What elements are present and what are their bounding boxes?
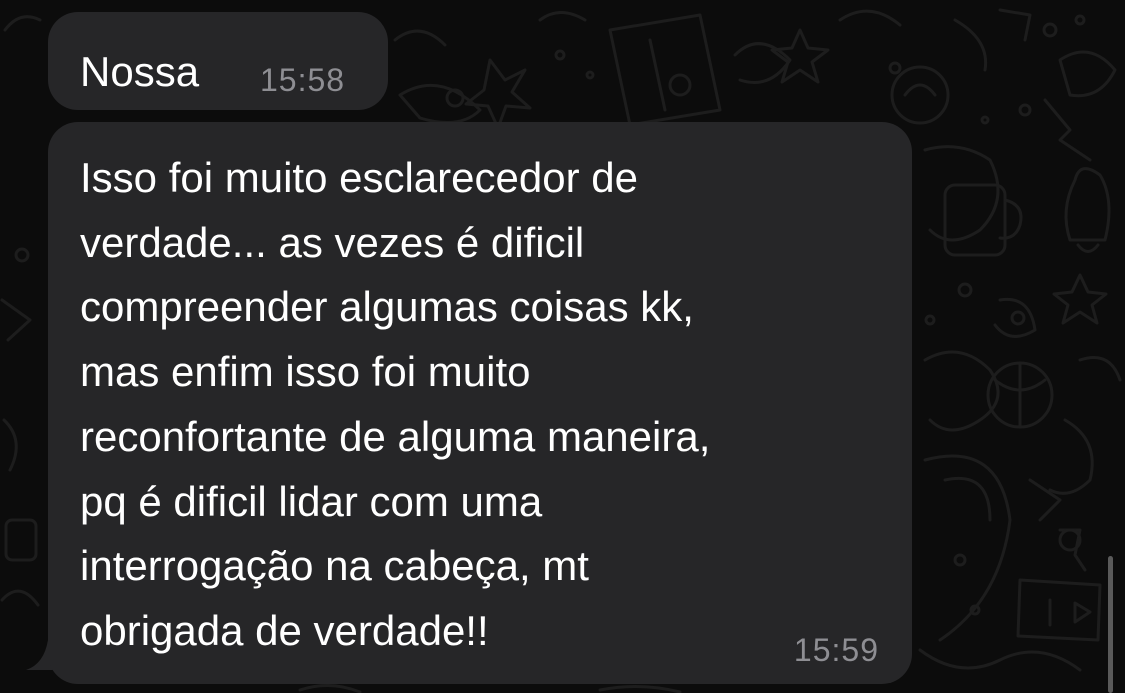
- message-timestamp: 15:58: [260, 62, 346, 98]
- scrollbar-thumb[interactable]: [1108, 556, 1113, 693]
- chat-area[interactable]: Nossa 15:58 Isso foi muito esclarecedor …: [0, 0, 1125, 693]
- message-bubble[interactable]: Isso foi muito esclarecedor de verdade..…: [48, 122, 912, 684]
- message-text: Nossa: [80, 48, 200, 95]
- message-bubble[interactable]: Nossa 15:58: [48, 12, 388, 110]
- message-timestamp: 15:59: [793, 632, 879, 668]
- message-text: Isso foi muito esclarecedor de verdade..…: [80, 154, 711, 654]
